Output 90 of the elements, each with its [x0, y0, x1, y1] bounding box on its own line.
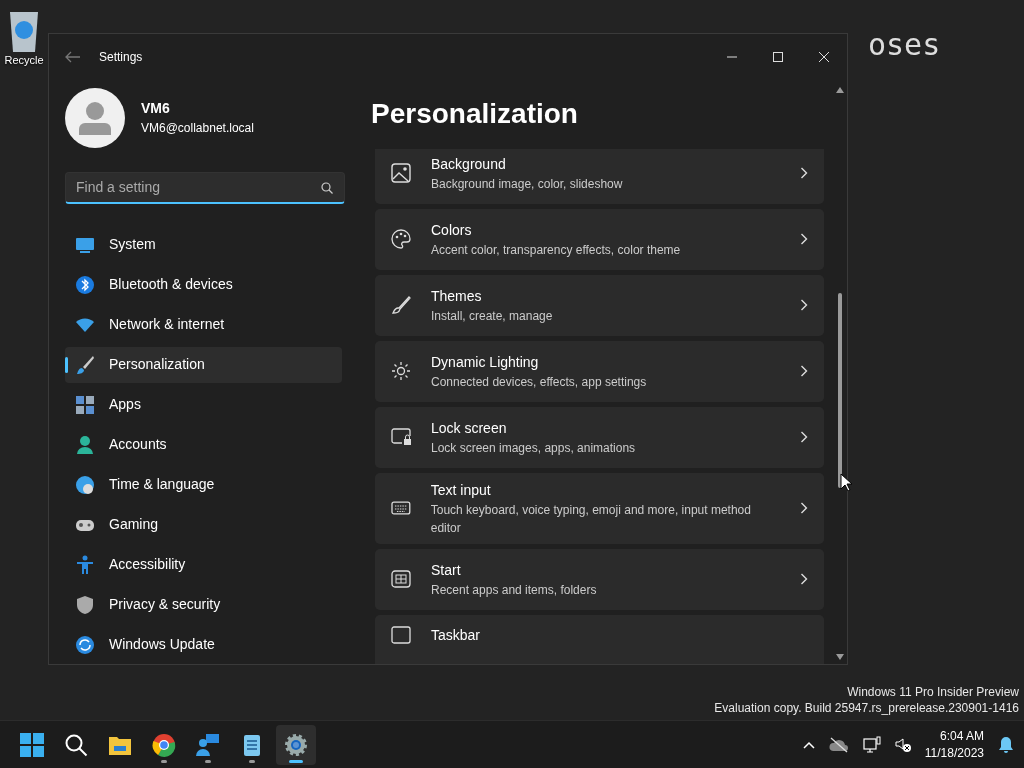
person-icon	[79, 100, 111, 135]
icon-label: Recycle	[4, 53, 44, 68]
chevron-right-icon	[800, 167, 808, 180]
running-indicator	[249, 759, 255, 763]
chevron-up-icon[interactable]	[802, 740, 815, 749]
card-title: Start	[431, 560, 462, 580]
taskbar-button[interactable]	[276, 724, 316, 765]
desktop-text: oses	[868, 30, 941, 60]
user-email: VM6@collabnet.local	[141, 120, 254, 138]
card-subtitle: Recent apps and items, folders	[431, 581, 598, 599]
light-burst-icon	[391, 361, 411, 382]
evaluation-notice: Windows 11 Pro Insider Preview	[846, 685, 1019, 701]
user-name: VM6	[141, 99, 171, 119]
gear-icon	[284, 732, 308, 757]
picture-icon	[391, 163, 411, 184]
settings-card[interactable]: Taskbar	[375, 614, 824, 664]
nav-item[interactable]: Apps	[65, 386, 342, 423]
card-title: Dynamic Lighting	[431, 352, 540, 372]
nav-item[interactable]: Gaming	[65, 506, 342, 543]
cloud-off-icon[interactable]	[828, 736, 849, 753]
paintbrush-icon	[75, 354, 95, 375]
nav-item[interactable]: Network & internet	[65, 306, 342, 343]
chevron-right-icon	[800, 365, 808, 378]
settings-card[interactable]: Start Recent apps and items, folders	[375, 548, 824, 610]
selection-indicator	[65, 356, 68, 373]
card-subtitle: Background image, color, slideshow	[431, 175, 624, 193]
bluetooth-icon	[75, 274, 95, 295]
scrollbar[interactable]	[835, 86, 845, 660]
apps-grid-icon	[75, 394, 95, 415]
card-title: Themes	[431, 286, 483, 306]
card-subtitle: Accent color, transparency effects, color theme	[431, 241, 682, 259]
card-title: Lock screen	[431, 418, 508, 438]
card-title: Colors	[431, 220, 473, 240]
mouse-cursor-icon	[840, 473, 852, 491]
card-subtitle: Connected devices, effects, app settings	[431, 373, 648, 391]
nav-item[interactable]: System	[65, 226, 342, 263]
card-title: Text input	[430, 480, 492, 500]
accessibility-person-icon	[75, 554, 95, 575]
evaluation-notice: Evaluation copy. Build 25947.rs_prerelease.230901-1416	[714, 700, 1019, 717]
nav-item[interactable]: Bluetooth & devices	[65, 266, 342, 303]
chevron-right-icon	[800, 573, 808, 586]
start-menu-icon	[391, 569, 411, 590]
chevron-right-icon	[800, 431, 808, 444]
sync-icon	[75, 634, 95, 655]
scroll-down-icon	[836, 654, 844, 660]
browser-icon	[152, 732, 176, 757]
running-indicator	[161, 759, 167, 763]
person-icon	[75, 434, 95, 455]
running-indicator	[289, 759, 303, 763]
running-indicator	[205, 759, 211, 763]
chevron-right-icon	[800, 299, 808, 312]
search-icon	[64, 732, 88, 757]
settings-card[interactable]: Themes Install, create, manage	[375, 274, 824, 336]
nav-item[interactable]: Accounts	[65, 426, 342, 463]
shield-icon	[75, 594, 95, 615]
taskbar-icon	[391, 624, 411, 645]
settings-card[interactable]: Text input Touch keyboard, voice typing, emoji and more, input method editor	[375, 472, 824, 544]
settings-card[interactable]: Background Background image, color, slideshow	[375, 148, 824, 204]
scroll-up-icon	[836, 86, 844, 93]
settings-card[interactable]: Dynamic Lighting Connected devices, effects, app settings	[375, 340, 824, 402]
start-icon	[20, 732, 44, 757]
maximize-icon[interactable]	[772, 51, 784, 64]
palette-icon	[391, 229, 411, 250]
nav-item[interactable]: Time & language	[65, 466, 342, 503]
card-title: Background	[431, 154, 507, 174]
card-title: Taskbar	[431, 625, 482, 645]
lock-screen-icon	[391, 427, 411, 448]
window-title: Settings	[99, 49, 143, 67]
card-subtitle: Install, create, manage	[431, 307, 554, 325]
nav-item[interactable]: Personalization	[65, 346, 342, 383]
nav-item[interactable]: Accessibility	[65, 546, 342, 583]
chevron-right-icon	[800, 233, 808, 246]
card-subtitle: Touch keyboard, voice typing, emoji and more, input method editor	[430, 501, 752, 537]
chevron-right-icon	[800, 502, 808, 515]
search-icon	[321, 181, 333, 194]
chat-people-icon	[196, 732, 220, 757]
close-icon[interactable]	[818, 51, 830, 64]
card-subtitle: Lock screen images, apps, animations	[431, 439, 637, 457]
settings-card[interactable]: Colors Accent color, transparency effects, color theme	[375, 208, 824, 270]
settings-card[interactable]: Lock screen Lock screen images, apps, animations	[375, 406, 824, 468]
search-field[interactable]: Find a setting	[65, 171, 345, 204]
nav-item[interactable]: Windows Update	[65, 626, 342, 663]
clock[interactable]: 6:04 AM 11/18/2023	[924, 727, 984, 762]
nav-item[interactable]: Privacy & security	[65, 586, 342, 623]
network-icon[interactable]	[862, 735, 881, 754]
bell-icon[interactable]	[998, 735, 1014, 754]
paintbrush-icon	[391, 295, 411, 316]
back-arrow-icon[interactable]	[65, 51, 81, 64]
page-title: Personalization	[371, 96, 579, 131]
speaker-muted-icon[interactable]	[894, 736, 911, 753]
